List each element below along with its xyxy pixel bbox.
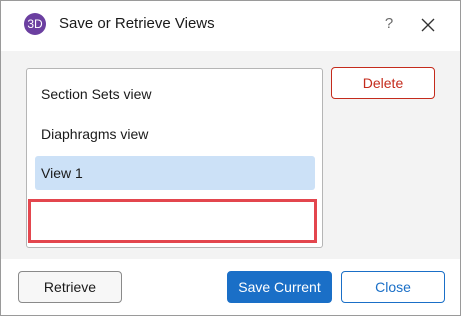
views-listbox[interactable]: Section Sets view Diaphragms view View 1 [26,68,323,248]
dialog-footer: Retrieve Save Current Close [1,259,460,315]
close-button[interactable]: Close [341,271,445,303]
close-icon[interactable] [416,13,440,37]
delete-button[interactable]: Delete [331,67,435,99]
list-item-section-sets-view[interactable]: Section Sets view [35,77,315,111]
app-3d-icon: 3D [24,13,46,35]
list-item-view-1[interactable]: View 1 [35,156,315,190]
dialog-content: Section Sets view Diaphragms view View 1… [1,51,460,259]
dialog-title: Save or Retrieve Views [59,15,215,32]
title-bar: 3D Save or Retrieve Views ? [1,1,460,51]
save-current-button[interactable]: Save Current [227,271,332,303]
help-button[interactable]: ? [377,12,401,36]
list-item-diaphragms-view[interactable]: Diaphragms view [35,117,315,151]
save-retrieve-views-dialog: 3D Save or Retrieve Views ? Section Sets… [0,0,461,316]
retrieve-button[interactable]: Retrieve [18,271,122,303]
